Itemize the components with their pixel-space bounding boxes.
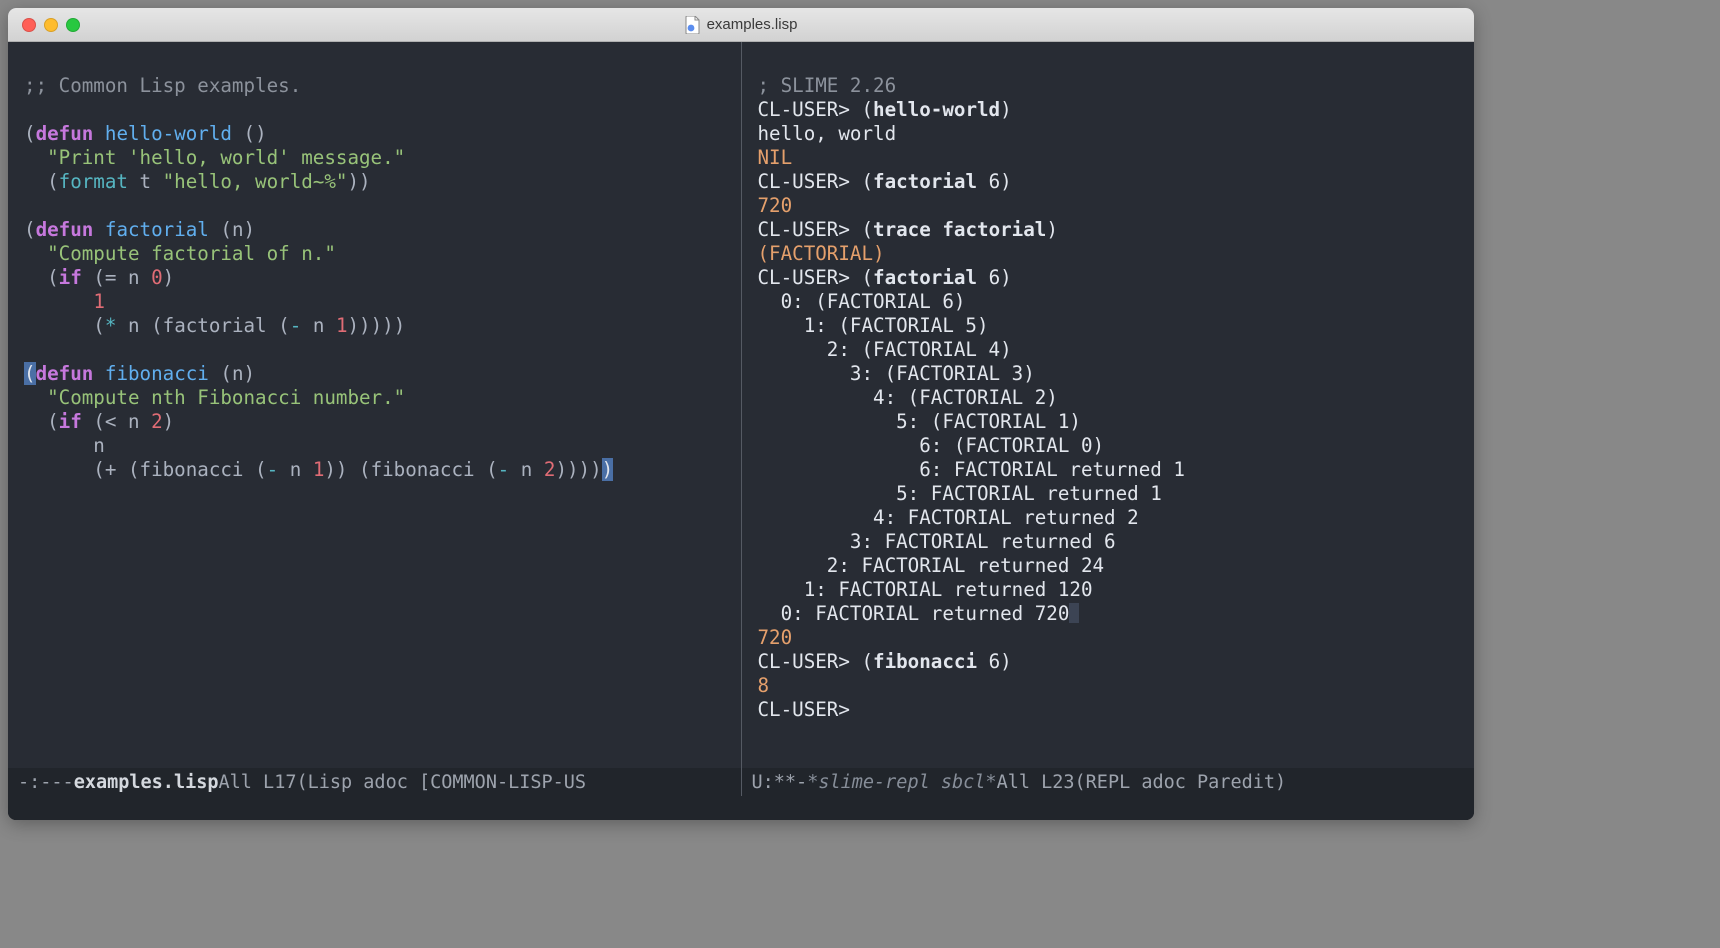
repl-result: (FACTORIAL) bbox=[758, 242, 885, 265]
position-indicator: All L17 bbox=[219, 772, 297, 793]
repl-result: NIL bbox=[758, 146, 793, 169]
repl-result: 8 bbox=[758, 674, 770, 697]
matching-paren: ) bbox=[602, 458, 614, 481]
window-title: examples.lisp bbox=[8, 16, 1474, 34]
trace-line: 4: FACTORIAL returned 2 bbox=[758, 506, 1139, 529]
trace-line: 0: FACTORIAL returned 720 bbox=[758, 602, 1070, 625]
source-pane[interactable]: ;; Common Lisp examples. (defun hello-wo… bbox=[8, 42, 742, 768]
editor-window: examples.lisp ;; Common Lisp examples. (… bbox=[8, 8, 1474, 820]
docstring: "Print 'hello, world' message." bbox=[24, 146, 405, 169]
window-controls bbox=[8, 18, 80, 32]
repl-pane[interactable]: ; SLIME 2.26 CL-USER> (hello-world) hell… bbox=[742, 42, 1475, 768]
zoom-icon[interactable] bbox=[66, 18, 80, 32]
trace-line: 2: (FACTORIAL 4) bbox=[758, 338, 1012, 361]
comment-line: ;; Common Lisp examples. bbox=[24, 74, 301, 97]
trace-line: 1: FACTORIAL returned 120 bbox=[758, 578, 1093, 601]
repl-output: hello, world bbox=[758, 122, 897, 145]
repl-prompt: CL-USER> bbox=[758, 98, 862, 121]
titlebar[interactable]: examples.lisp bbox=[8, 8, 1474, 42]
mode-indicator: (Lisp adoc [COMMON-LISP-US bbox=[296, 772, 586, 793]
position-indicator: All L23 bbox=[997, 772, 1075, 793]
mode-indicator: (REPL adoc Paredit) bbox=[1075, 772, 1287, 793]
repl-banner: ; SLIME 2.26 bbox=[758, 74, 897, 97]
trace-line: 2: FACTORIAL returned 24 bbox=[758, 554, 1105, 577]
mode-lines: -:--- examples.lisp All L17 (Lisp adoc [… bbox=[8, 768, 1474, 796]
window-title-text: examples.lisp bbox=[707, 16, 798, 33]
mode-line-prefix: -:--- bbox=[18, 772, 74, 793]
buffer-name: *slime-repl sbcl* bbox=[807, 772, 996, 793]
trace-line: 5: (FACTORIAL 1) bbox=[758, 410, 1081, 433]
region-mark bbox=[1069, 603, 1079, 623]
document-icon bbox=[685, 16, 701, 34]
keyword-defun: defun bbox=[36, 362, 94, 385]
docstring: "Compute nth Fibonacci number." bbox=[24, 386, 405, 409]
cursor-mark: ( bbox=[24, 362, 36, 385]
buffer-name: examples.lisp bbox=[74, 772, 219, 793]
keyword-defun: defun bbox=[36, 218, 94, 241]
fn-name: factorial bbox=[105, 218, 209, 241]
split-panes: ;; Common Lisp examples. (defun hello-wo… bbox=[8, 42, 1474, 768]
minimize-icon[interactable] bbox=[44, 18, 58, 32]
fn-name: fibonacci bbox=[105, 362, 209, 385]
trace-line: 6: (FACTORIAL 0) bbox=[758, 434, 1105, 457]
editor-body: ;; Common Lisp examples. (defun hello-wo… bbox=[8, 42, 1474, 820]
trace-line: 3: (FACTORIAL 3) bbox=[758, 362, 1035, 385]
mode-line-right[interactable]: U:**- *slime-repl sbcl* All L23 (REPL ad… bbox=[742, 772, 1475, 793]
mode-line-prefix: U:**- bbox=[752, 772, 808, 793]
repl-prompt: CL-USER> bbox=[758, 170, 862, 193]
echo-area[interactable] bbox=[8, 796, 1474, 820]
repl-prompt: CL-USER> bbox=[758, 698, 862, 721]
docstring: "Compute factorial of n." bbox=[24, 242, 336, 265]
close-icon[interactable] bbox=[22, 18, 36, 32]
trace-line: 4: (FACTORIAL 2) bbox=[758, 386, 1058, 409]
repl-prompt: CL-USER> bbox=[758, 650, 862, 673]
trace-line: 1: (FACTORIAL 5) bbox=[758, 314, 989, 337]
fn-name: hello-world bbox=[105, 122, 232, 145]
trace-line: 0: (FACTORIAL 6) bbox=[758, 290, 966, 313]
trace-line: 6: FACTORIAL returned 1 bbox=[758, 458, 1185, 481]
trace-line: 5: FACTORIAL returned 1 bbox=[758, 482, 1162, 505]
repl-result: 720 bbox=[758, 194, 793, 217]
keyword-defun: defun bbox=[36, 122, 94, 145]
repl-prompt: CL-USER> bbox=[758, 218, 862, 241]
repl-prompt: CL-USER> bbox=[758, 266, 862, 289]
mode-line-left[interactable]: -:--- examples.lisp All L17 (Lisp adoc [… bbox=[8, 772, 741, 793]
trace-line: 3: FACTORIAL returned 6 bbox=[758, 530, 1116, 553]
repl-result: 720 bbox=[758, 626, 793, 649]
